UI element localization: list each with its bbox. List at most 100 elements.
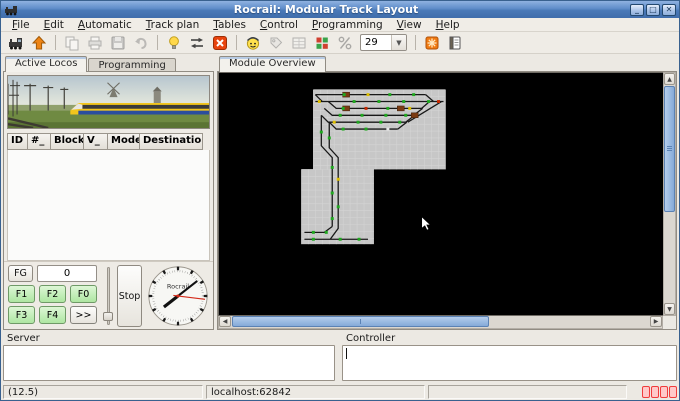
f4-button[interactable]: F4: [39, 306, 66, 324]
controller-group: Controller: [342, 332, 677, 381]
operator-icon[interactable]: [243, 33, 263, 53]
scroll-down-icon[interactable]: ▼: [664, 303, 675, 315]
loco-image: [7, 75, 210, 129]
tab-programming[interactable]: Programming: [88, 58, 175, 72]
tab-active-locos[interactable]: Active Locos: [5, 56, 87, 72]
lamp-icon[interactable]: [164, 33, 184, 53]
tab-module-overview[interactable]: Module Overview: [219, 56, 326, 72]
help-book-icon[interactable]: [445, 33, 465, 53]
emergency-break-icon[interactable]: [210, 33, 230, 53]
column-header-id[interactable]: ID: [7, 133, 28, 150]
controller-trace-box[interactable]: [342, 345, 677, 381]
f0-button[interactable]: F0: [70, 285, 97, 303]
column-header-destination[interactable]: Destination: [140, 133, 203, 150]
menu-automatic[interactable]: Automatic: [71, 19, 139, 31]
next-functions-button[interactable]: >>: [70, 306, 97, 324]
status-leds: [642, 386, 677, 398]
status-led: [669, 386, 677, 398]
scroll-right-icon[interactable]: ▶: [650, 316, 662, 327]
power-up-icon[interactable]: [29, 33, 49, 53]
fg-button[interactable]: FG: [8, 265, 33, 282]
f1-button[interactable]: F1: [8, 285, 35, 303]
menu-edit[interactable]: Edit: [37, 19, 71, 31]
menu-help[interactable]: Help: [429, 19, 467, 31]
f2-button[interactable]: F2: [39, 285, 66, 303]
maximize-button[interactable]: □: [646, 4, 660, 16]
loco-panel-body: ID#_BlockV_ModeDestination FG F1F2F0 F3F4…: [3, 71, 214, 330]
menu-track-plan[interactable]: Track plan: [139, 19, 207, 31]
menu-tables[interactable]: Tables: [206, 19, 253, 31]
menu-control[interactable]: Control: [253, 19, 305, 31]
column-header-mode[interactable]: Mode: [108, 133, 140, 150]
trace-row: Server Controller: [1, 331, 679, 383]
vertical-scroll-thumb[interactable]: [664, 86, 675, 212]
module-panel-body: ▲ ▼ ◀ ▶: [217, 71, 677, 330]
server-group: Server: [3, 332, 335, 381]
column-header-block[interactable]: Block: [51, 133, 84, 150]
toolbar-separator: [157, 35, 158, 50]
loco-table-header: ID#_BlockV_ModeDestination: [7, 133, 210, 150]
module-panel: Module Overview ▲ ▼ ◀ ▶: [217, 56, 677, 330]
column-header-v[interactable]: V_: [84, 133, 108, 150]
tag-icon[interactable]: [266, 33, 286, 53]
window-title: Rocrail: Modular Track Layout: [22, 3, 630, 16]
loco-table-body: [7, 150, 210, 261]
statusbar: (12.5)localhost:62842: [1, 383, 679, 400]
main-content: Active Locos Programming: [1, 54, 679, 331]
routes-icon[interactable]: [187, 33, 207, 53]
track-power-icon[interactable]: [422, 33, 442, 53]
status-led: [642, 386, 650, 398]
throttle-controls: FG F1F2F0 F3F4>> Stop: [4, 261, 213, 329]
status-led: [651, 386, 659, 398]
status-cell-0: (12.5): [3, 385, 203, 399]
menu-file[interactable]: File: [5, 19, 37, 31]
fast-clock: Rocrail: [146, 265, 210, 327]
app-locomotive-icon: [4, 4, 19, 16]
scroll-left-icon[interactable]: ◀: [219, 316, 231, 327]
close-button[interactable]: ✕: [662, 4, 676, 16]
function-column: FG F1F2F0 F3F4>>: [8, 265, 99, 327]
vertical-scrollbar[interactable]: ▲ ▼: [663, 72, 676, 316]
zoom-combo[interactable]: ▼: [360, 34, 407, 51]
toolbar-separator: [55, 35, 56, 50]
zoom-combo-input[interactable]: [361, 37, 391, 48]
menu-programming[interactable]: Programming: [305, 19, 390, 31]
copy-icon[interactable]: [62, 33, 82, 53]
menubar: FileEditAutomaticTrack planTablesControl…: [1, 18, 679, 32]
toolbar-separator: [415, 35, 416, 50]
save-icon[interactable]: [108, 33, 128, 53]
module-panel-tabs: Module Overview: [217, 56, 677, 72]
undo-icon[interactable]: [131, 33, 151, 53]
status-led: [660, 386, 668, 398]
minimize-button[interactable]: _: [630, 4, 644, 16]
toolbar-separator: [236, 35, 237, 50]
track-layout-canvas[interactable]: [218, 72, 663, 316]
server-trace-box[interactable]: [3, 345, 335, 381]
app-window: Rocrail: Modular Track Layout _ □ ✕ File…: [0, 0, 680, 401]
speed-field[interactable]: [37, 265, 97, 282]
chevron-down-icon[interactable]: ▼: [391, 34, 406, 51]
loco-panel: Active Locos Programming: [3, 56, 214, 330]
stop-button[interactable]: Stop: [117, 265, 142, 327]
slider-handle[interactable]: [103, 312, 113, 321]
print-icon[interactable]: [85, 33, 105, 53]
layout-canvas-svg: [219, 73, 663, 315]
server-label: Server: [3, 332, 335, 345]
horizontal-scrollbar[interactable]: ◀ ▶: [218, 316, 663, 329]
io-monitor-icon[interactable]: [289, 33, 309, 53]
horizontal-scroll-thumb[interactable]: [232, 316, 489, 327]
speed-slider[interactable]: [103, 265, 113, 327]
column-header-[interactable]: #_: [28, 133, 51, 150]
titlebar: Rocrail: Modular Track Layout _ □ ✕: [1, 1, 679, 18]
scroll-up-icon[interactable]: ▲: [664, 73, 675, 85]
percent-icon[interactable]: [335, 33, 355, 53]
text-caret: [346, 348, 347, 359]
status-cell-2: [428, 385, 627, 399]
f3-button[interactable]: F3: [8, 306, 35, 324]
module-colors-icon[interactable]: [312, 33, 332, 53]
locomotive-icon[interactable]: [6, 33, 26, 53]
loco-panel-tabs: Active Locos Programming: [3, 56, 214, 72]
statusbar-cells: (12.5)localhost:62842: [3, 385, 627, 399]
toolbar: ▼: [1, 32, 679, 54]
menu-view[interactable]: View: [390, 19, 429, 31]
